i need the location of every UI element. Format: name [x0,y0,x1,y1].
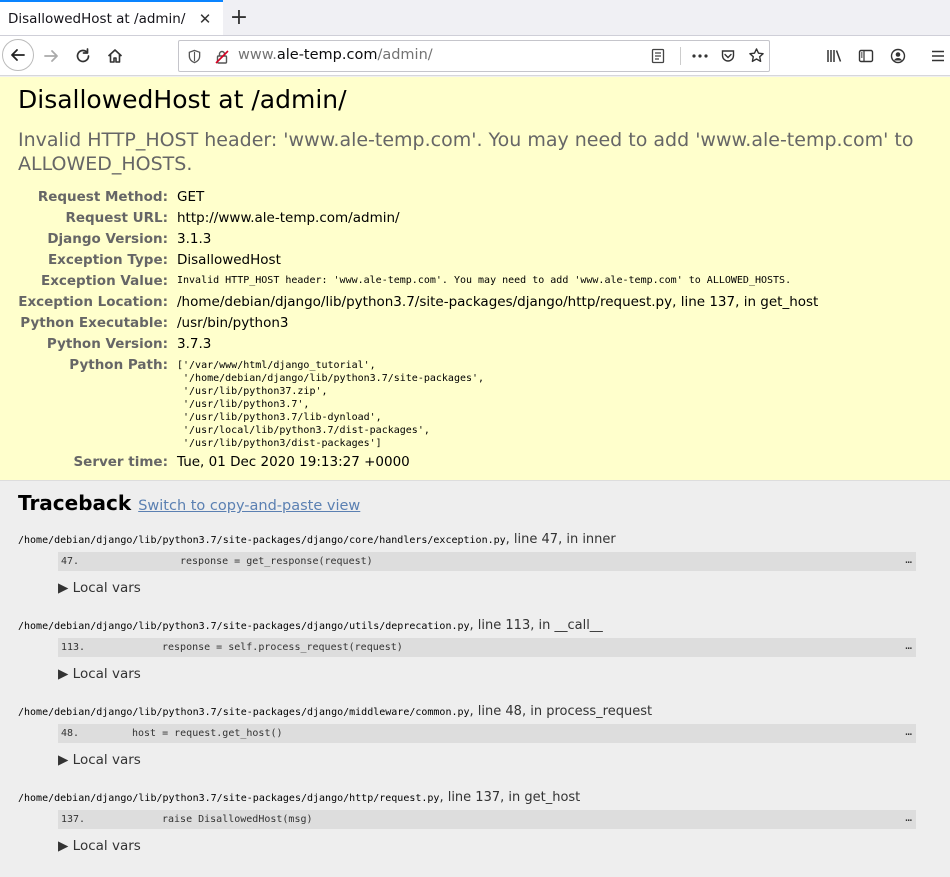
label-request-url: Request URL: [65,210,168,226]
request-info-table: Request Method: GET Request URL: http://… [0,187,950,473]
home-button[interactable] [99,40,131,72]
reader-view-icon[interactable] [650,48,666,64]
frame-context-line[interactable]: 48. host = request.get_host() … [58,724,916,743]
row-django-version: Django Version: 3.1.3 [0,229,950,250]
reload-button[interactable] [67,40,99,72]
traceback-section: Traceback Switch to copy-and-paste view … [0,481,950,877]
pocket-icon[interactable] [720,48,736,64]
value-python-path: ['/var/www/html/django_tutorial', '/home… [177,360,485,449]
row-python-path: Python Path: ['/var/www/html/django_tuto… [0,355,950,450]
new-tab-icon[interactable]: + [223,0,255,35]
frame-filename: /home/debian/django/lib/python3.7/site-p… [18,790,581,805]
line-number: 113. [61,642,86,653]
value-server-time: Tue, 01 Dec 2020 19:13:27 +0000 [177,454,410,470]
reload-icon [76,48,90,63]
row-python-executable: Python Executable: /usr/bin/python3 [0,313,950,334]
back-arrow-icon [11,49,25,61]
traceback-header: Traceback Switch to copy-and-paste view [18,491,360,515]
label-request-method: Request Method: [37,189,168,205]
value-exception-location: /home/debian/django/lib/python3.7/site-p… [177,294,819,310]
switch-to-copy-paste-link[interactable]: Switch to copy-and-paste view [138,498,360,514]
exception-message: Invalid HTTP_HOST header: 'www.ale-temp.… [18,129,914,175]
frame-context-line[interactable]: 47. response = get_response(request) … [58,552,916,571]
row-python-version: Python Version: 3.7.3 [0,334,950,355]
label-python-version: Python Version: [46,336,168,352]
code-line: raise DisallowedHost(msg) [162,814,313,825]
tracking-protection-shield-icon[interactable] [187,49,202,64]
url-divider [680,47,681,65]
row-request-url: Request URL: http://www.ale-temp.com/adm… [0,208,950,229]
row-exception-location: Exception Location: /home/debian/django/… [0,292,950,313]
forward-arrow-icon [44,50,58,62]
line-number: 48. [61,728,80,739]
value-python-version: 3.7.3 [177,336,212,352]
local-vars-toggle[interactable]: ▶ Local vars [58,752,141,768]
sidebar-icon[interactable] [858,48,874,64]
expand-context-icon[interactable]: … [905,639,912,652]
insecure-lock-icon[interactable] [214,49,230,65]
value-exception-value: Invalid HTTP_HOST header: 'www.ale-temp.… [177,275,792,286]
label-django-version: Django Version: [47,231,168,247]
label-python-path: Python Path: [69,357,168,373]
label-exception-location: Exception Location: [18,294,168,310]
local-vars-toggle[interactable]: ▶ Local vars [58,838,141,854]
local-vars-toggle[interactable]: ▶ Local vars [58,666,141,682]
row-exception-value: Exception Value: Invalid HTTP_HOST heade… [0,271,950,292]
value-python-executable: /usr/bin/python3 [177,315,289,331]
label-exception-type: Exception Type: [47,252,168,268]
library-icon[interactable] [826,48,843,64]
home-icon [107,49,123,63]
label-exception-value: Exception Value: [40,273,168,289]
local-vars-toggle[interactable]: ▶ Local vars [58,580,141,596]
value-django-version: 3.1.3 [177,231,212,247]
expand-context-icon[interactable]: … [905,553,912,566]
account-icon[interactable] [890,48,906,64]
tab-bar: DisallowedHost at /admin/ ✕ + [0,0,950,36]
bookmark-star-icon[interactable] [748,47,765,64]
value-exception-type: DisallowedHost [177,252,281,268]
value-request-url: http://www.ale-temp.com/admin/ [177,210,400,226]
frame-filename: /home/debian/django/lib/python3.7/site-p… [18,704,653,719]
row-server-time: Server time: Tue, 01 Dec 2020 19:13:27 +… [0,452,950,473]
frame-filename: /home/debian/django/lib/python3.7/site-p… [18,618,603,633]
error-summary: DisallowedHost at /admin/ Invalid HTTP_H… [0,77,950,481]
label-server-time: Server time: [73,454,168,470]
frame-filename: /home/debian/django/lib/python3.7/site-p… [18,532,616,547]
line-number: 137. [61,814,86,825]
page-actions-menu-icon[interactable] [691,48,709,64]
line-number: 47. [61,556,80,567]
navigation-bar: www.ale-temp.com/admin/ [0,36,950,76]
value-request-method: GET [177,189,205,205]
browser-tab[interactable]: DisallowedHost at /admin/ ✕ [0,0,223,35]
code-line: host = request.get_host() [132,728,283,739]
traceback-title: Traceback [18,491,132,515]
row-exception-type: Exception Type: DisallowedHost [0,250,950,271]
tab-title: DisallowedHost at /admin/ [8,10,186,27]
hamburger-menu-icon[interactable] [930,48,946,64]
forward-button[interactable] [35,40,67,72]
row-request-method: Request Method: GET [0,187,950,208]
url-text: www.ale-temp.com/admin/ [238,47,433,63]
address-bar[interactable]: www.ale-temp.com/admin/ [178,40,770,72]
close-tab-icon[interactable]: ✕ [195,10,215,28]
code-line: response = get_response(request) [180,556,373,567]
back-button[interactable] [2,39,34,71]
expand-context-icon[interactable]: … [905,811,912,824]
page-title: DisallowedHost at /admin/ [18,85,347,114]
code-line: response = self.process_request(request) [162,642,403,653]
expand-context-icon[interactable]: … [905,725,912,738]
frame-context-line[interactable]: 137. raise DisallowedHost(msg) … [58,810,916,829]
frame-context-line[interactable]: 113. response = self.process_request(req… [58,638,916,657]
label-python-executable: Python Executable: [20,315,168,331]
